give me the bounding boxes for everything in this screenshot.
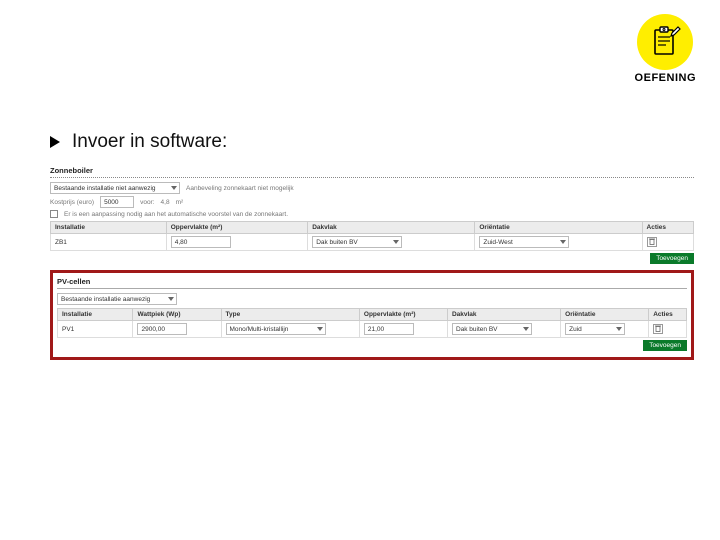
adjust-checkbox[interactable] bbox=[50, 210, 58, 218]
zb-sunmap-msg: Aanbeveling zonnekaart niet mogelijk bbox=[186, 185, 294, 192]
pv-wattpiek-input[interactable]: 2900,00 bbox=[137, 323, 187, 335]
voor-label: voor: bbox=[140, 199, 154, 206]
pv-th-dakvlak: Dakvlak bbox=[447, 309, 560, 321]
zonneboiler-title: Zonneboiler bbox=[50, 166, 694, 175]
pv-highlight-box: PV-cellen Bestaande installatie aanwezig… bbox=[50, 270, 694, 360]
table-row: PV1 2900,00 Mono/Multi-kristallijn 21,00… bbox=[58, 321, 687, 338]
kostprijs-label: Kostprijs (euro) bbox=[50, 199, 94, 206]
zb-cell-installatie: ZB1 bbox=[51, 234, 167, 251]
zb-dakvlak-select[interactable]: Dak buiten BV bbox=[312, 236, 402, 248]
bullet-heading: Invoer in software: bbox=[50, 131, 227, 153]
zb-th-dakvlak: Dakvlak bbox=[308, 222, 475, 234]
pv-existing-select[interactable]: Bestaande installatie aanwezig bbox=[57, 293, 177, 305]
badge-label: OEFENING bbox=[635, 72, 696, 84]
zb-th-acties: Acties bbox=[642, 222, 693, 234]
pv-title: PV-cellen bbox=[57, 277, 687, 286]
zb-th-orientatie: Oriëntatie bbox=[475, 222, 642, 234]
zb-oppervlakte-input[interactable]: 4,80 bbox=[171, 236, 231, 248]
zb-add-button[interactable]: Toevoegen bbox=[650, 253, 694, 264]
divider bbox=[57, 288, 687, 289]
voor-value: 4,8 bbox=[161, 199, 170, 206]
pv-type-select[interactable]: Mono/Multi-kristallijn bbox=[226, 323, 326, 335]
pv-oppervlakte-input[interactable]: 21,00 bbox=[364, 323, 414, 335]
adjust-label: Er is een aanpassing nodig aan het autom… bbox=[64, 211, 288, 218]
zonneboiler-table: Installatie Oppervlakte (m²) Dakvlak Ori… bbox=[50, 221, 694, 251]
pv-th-wattpiek: Wattpiek (Wp) bbox=[133, 309, 221, 321]
trash-icon[interactable] bbox=[653, 324, 663, 334]
bullet-text: Invoer in software: bbox=[72, 131, 227, 153]
pv-th-acties: Acties bbox=[649, 309, 687, 321]
exercise-badge: OEFENING bbox=[635, 14, 696, 84]
pv-table: Installatie Wattpiek (Wp) Type Oppervlak… bbox=[57, 308, 687, 338]
zb-th-installatie: Installatie bbox=[51, 222, 167, 234]
pv-th-oppervlakte: Oppervlakte (m²) bbox=[359, 309, 447, 321]
trash-icon[interactable] bbox=[647, 237, 657, 247]
software-screenshot: Zonneboiler Bestaande installatie niet a… bbox=[50, 166, 694, 360]
kostprijs-input[interactable]: 5000 bbox=[100, 196, 134, 208]
pv-th-type: Type bbox=[221, 309, 359, 321]
clipboard-icon bbox=[637, 14, 693, 70]
pv-th-installatie: Installatie bbox=[58, 309, 133, 321]
pv-add-button[interactable]: Toevoegen bbox=[643, 340, 687, 351]
pv-th-orientatie: Oriëntatie bbox=[561, 309, 649, 321]
zb-existing-select[interactable]: Bestaande installatie niet aanwezig bbox=[50, 182, 180, 194]
zb-th-oppervlakte: Oppervlakte (m²) bbox=[166, 222, 307, 234]
divider bbox=[50, 177, 694, 178]
zonneboiler-section: Zonneboiler Bestaande installatie niet a… bbox=[50, 166, 694, 264]
triangle-bullet-icon bbox=[50, 136, 60, 148]
zb-orientatie-select[interactable]: Zuid-West bbox=[479, 236, 569, 248]
pv-cell-installatie: PV1 bbox=[58, 321, 133, 338]
pv-orientatie-select[interactable]: Zuid bbox=[565, 323, 625, 335]
pv-dakvlak-select[interactable]: Dak buiten BV bbox=[452, 323, 532, 335]
table-row: ZB1 4,80 Dak buiten BV Zuid-West bbox=[51, 234, 694, 251]
unit-label: m² bbox=[176, 199, 184, 206]
